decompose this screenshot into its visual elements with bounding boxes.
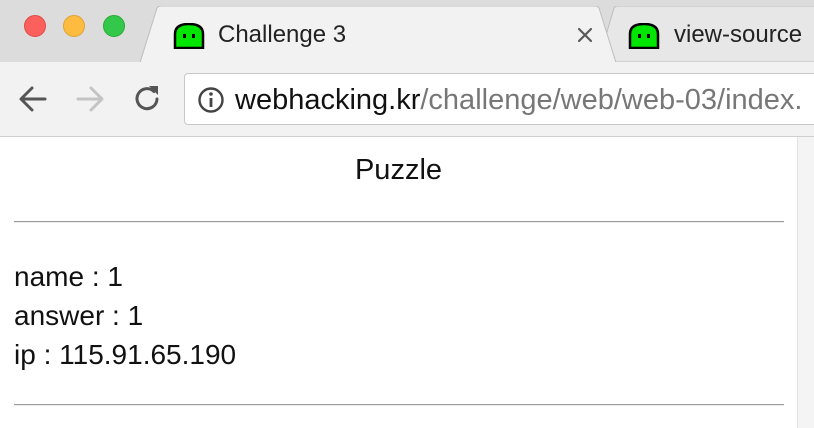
horizontal-rule [14, 221, 784, 223]
green-ghost-icon [628, 23, 660, 49]
info-icon[interactable] [197, 86, 225, 114]
tab-title: view-source [674, 21, 803, 48]
back-arrow-icon[interactable] [16, 82, 50, 116]
reload-icon[interactable] [130, 82, 164, 116]
url-path: /challenge/web/web-03/index. [420, 84, 803, 116]
horizontal-rule [14, 404, 784, 406]
tab-challenge-3[interactable]: Challenge 3 [140, 6, 616, 62]
answer-line: answer : 1 [14, 300, 144, 331]
tab-background [140, 6, 616, 62]
result-info: name : 1 answer : 1 ip : 115.91.65.190 [14, 257, 236, 374]
browser-toolbar: webhacking.kr/challenge/web/web-03/index… [0, 62, 814, 137]
close-tab-icon[interactable] [572, 22, 598, 48]
name-line: name : 1 [14, 261, 123, 292]
url-host: webhacking.kr [235, 84, 421, 116]
url-text[interactable]: webhacking.kr/challenge/web/web-03/index… [235, 83, 802, 117]
forward-arrow-icon[interactable] [73, 82, 107, 116]
window-maximize-button[interactable] [103, 15, 125, 37]
tab-view-source[interactable]: view-source [598, 6, 814, 62]
browser-titlebar: view-source Challenge 3 [0, 0, 814, 63]
address-bar[interactable]: webhacking.kr/challenge/web/web-03/index… [184, 73, 814, 125]
page-viewport: Puzzle name : 1 answer : 1 ip : 115.91.6… [0, 137, 814, 428]
vertical-scrollbar[interactable] [797, 137, 814, 428]
window-close-button[interactable] [24, 15, 46, 37]
page-heading: Puzzle [354, 154, 443, 186]
green-ghost-icon [173, 23, 205, 49]
window-minimize-button[interactable] [63, 15, 85, 37]
ip-line: ip : 115.91.65.190 [14, 339, 237, 370]
tab-title: Challenge 3 [218, 21, 347, 48]
